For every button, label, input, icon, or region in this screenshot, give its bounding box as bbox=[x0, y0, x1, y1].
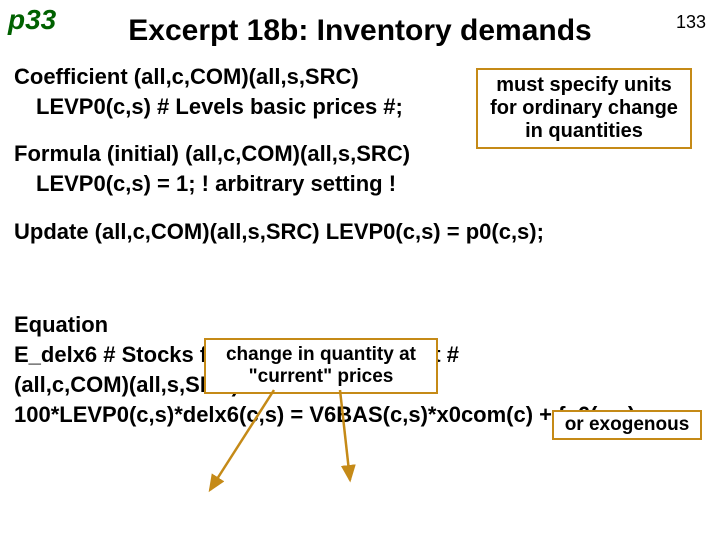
callout-units: must specify units for ordinary change i… bbox=[476, 68, 692, 149]
slide: p33 133 Excerpt 18b: Inventory demands C… bbox=[0, 0, 720, 540]
equation-keyword: Equation bbox=[14, 310, 706, 340]
slide-title: Excerpt 18b: Inventory demands bbox=[0, 14, 720, 48]
update-block: Update (all,c,COM)(all,s,SRC) LEVP0(c,s)… bbox=[14, 217, 706, 247]
formula-body: LEVP0(c,s) = 1; ! arbitrary setting ! bbox=[14, 169, 706, 199]
callout-change-quantity: change in quantity at "current" prices bbox=[204, 338, 438, 394]
callout-exogenous: or exogenous bbox=[552, 410, 702, 440]
update-line: Update (all,c,COM)(all,s,SRC) LEVP0(c,s)… bbox=[14, 217, 706, 247]
